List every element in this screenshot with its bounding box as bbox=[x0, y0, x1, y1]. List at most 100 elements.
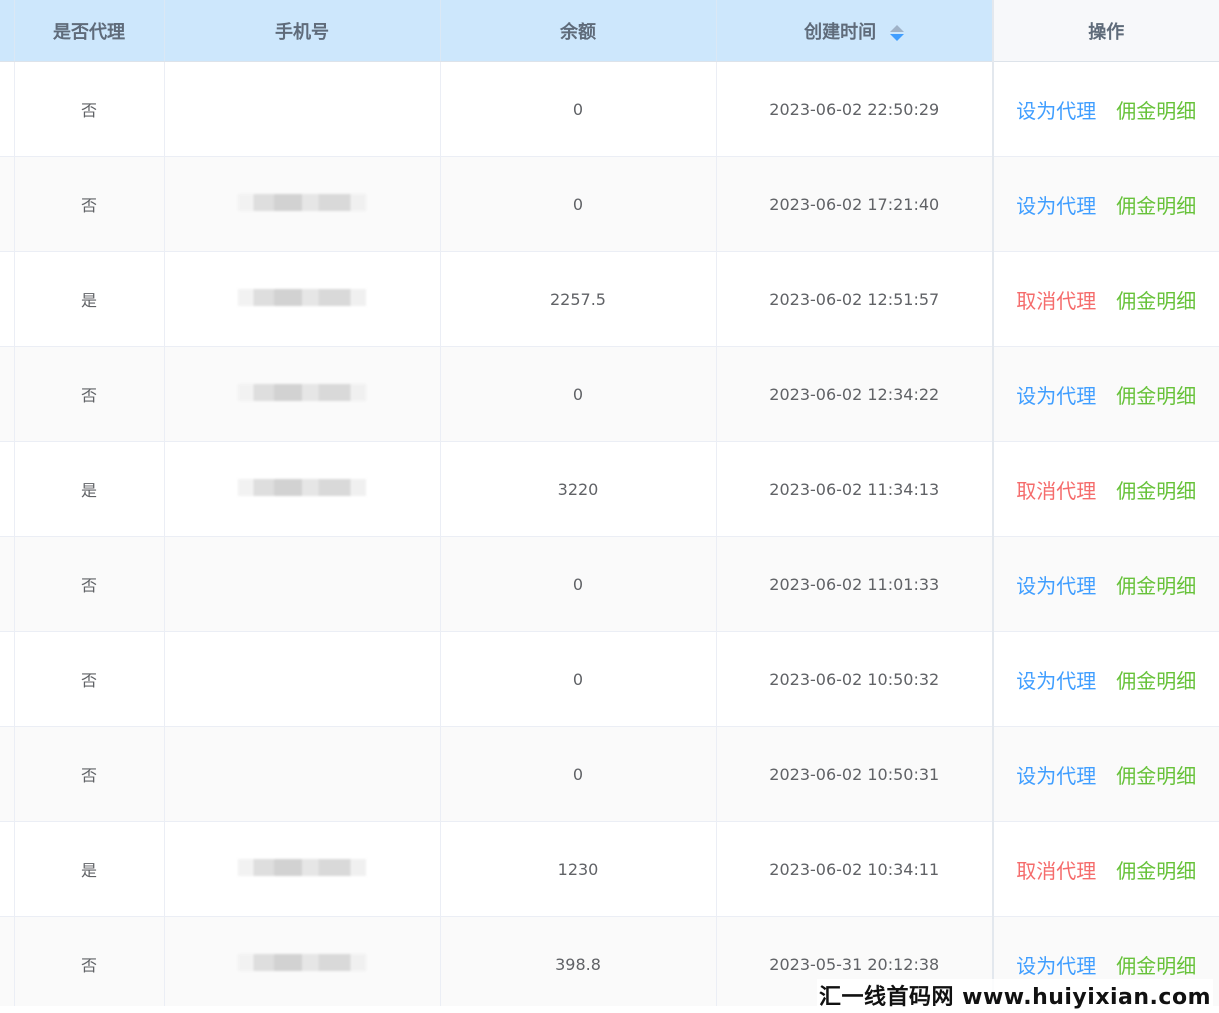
table-body: 否 0 2023-06-02 22:50:29 设为代理 佣金明细否 0 2023-06-0… bbox=[0, 61, 1219, 1006]
cell-balance: 0 bbox=[440, 726, 717, 822]
table-row: 否 0 2023-06-02 10:50:32 设为代理 佣金明细 bbox=[0, 631, 1219, 727]
cell-created-at: 2023-06-02 17:21:40 bbox=[716, 156, 994, 252]
cell-phone bbox=[164, 631, 441, 727]
cell-phone bbox=[164, 61, 441, 157]
cell-actions: 设为代理 佣金明细 bbox=[992, 346, 1219, 442]
cell-balance: 0 bbox=[440, 346, 717, 442]
phone-blur-mask bbox=[238, 383, 366, 401]
cell-actions: 设为代理 佣金明细 bbox=[992, 156, 1219, 252]
row-edge-cell bbox=[0, 441, 15, 537]
cell-created-at: 2023-06-02 10:50:31 bbox=[716, 726, 994, 822]
commission-details-button[interactable]: 佣金明细 bbox=[1116, 190, 1196, 219]
cell-created-at: 2023-06-02 12:51:57 bbox=[716, 251, 994, 347]
header-created-at[interactable]: 创建时间 bbox=[716, 0, 994, 62]
commission-details-button[interactable]: 佣金明细 bbox=[1116, 570, 1196, 599]
row-edge-cell bbox=[0, 156, 15, 252]
row-edge-cell bbox=[0, 251, 15, 347]
cell-phone bbox=[164, 346, 441, 442]
row-edge-cell bbox=[0, 631, 15, 727]
row-edge-cell bbox=[0, 536, 15, 632]
set-agent-button[interactable]: 设为代理 bbox=[1016, 95, 1096, 124]
header-created-at-label: 创建时间 bbox=[804, 21, 877, 43]
cell-is-agent: 否 bbox=[14, 726, 165, 822]
table-header-row: 是否代理 手机号 余额 创建时间 操作 bbox=[0, 0, 1219, 62]
header-edge-cell bbox=[0, 0, 15, 62]
header-actions: 操作 bbox=[992, 0, 1219, 62]
set-agent-button[interactable]: 设为代理 bbox=[1016, 190, 1096, 219]
cell-balance: 0 bbox=[440, 61, 717, 157]
cell-created-at: 2023-06-02 10:50:32 bbox=[716, 631, 994, 727]
cell-balance: 3220 bbox=[440, 441, 717, 537]
table-row: 否 0 2023-06-02 12:34:22 设为代理 佣金明细 bbox=[0, 346, 1219, 442]
table-row: 是 1230 2023-06-02 10:34:11 取消代理 佣金明细 bbox=[0, 821, 1219, 917]
sort-descending-icon[interactable] bbox=[890, 33, 905, 41]
cell-phone bbox=[164, 156, 441, 252]
set-agent-button[interactable]: 设为代理 bbox=[1016, 380, 1096, 409]
cancel-agent-button[interactable]: 取消代理 bbox=[1016, 475, 1096, 504]
set-agent-button[interactable]: 设为代理 bbox=[1016, 665, 1096, 694]
cell-created-at: 2023-06-02 11:01:33 bbox=[716, 536, 994, 632]
cell-is-agent: 否 bbox=[14, 916, 165, 1006]
table-row: 是 3220 2023-06-02 11:34:13 取消代理 佣金明细 bbox=[0, 441, 1219, 537]
sort-ascending-icon[interactable] bbox=[890, 24, 905, 32]
cancel-agent-button[interactable]: 取消代理 bbox=[1016, 855, 1096, 884]
cell-phone bbox=[164, 726, 441, 822]
cell-actions: 设为代理 佣金明细 bbox=[992, 61, 1219, 157]
phone-blur-mask bbox=[238, 858, 366, 876]
cell-is-agent: 否 bbox=[14, 346, 165, 442]
cell-actions: 取消代理 佣金明细 bbox=[992, 821, 1219, 917]
cell-phone bbox=[164, 916, 441, 1006]
commission-details-button[interactable]: 佣金明细 bbox=[1116, 665, 1196, 694]
cell-balance: 2257.5 bbox=[440, 251, 717, 347]
commission-details-button[interactable]: 佣金明细 bbox=[1116, 950, 1196, 979]
set-agent-button[interactable]: 设为代理 bbox=[1016, 570, 1096, 599]
set-agent-button[interactable]: 设为代理 bbox=[1016, 760, 1096, 789]
cell-is-agent: 否 bbox=[14, 536, 165, 632]
cell-created-at: 2023-06-02 10:34:11 bbox=[716, 821, 994, 917]
phone-blur-mask bbox=[238, 193, 366, 211]
watermark: 汇一线首码网 www.huiyixian.com bbox=[816, 979, 1213, 1011]
cell-balance: 0 bbox=[440, 631, 717, 727]
row-edge-cell bbox=[0, 821, 15, 917]
cell-phone bbox=[164, 441, 441, 537]
row-edge-cell bbox=[0, 61, 15, 157]
row-edge-cell bbox=[0, 916, 15, 1006]
table-row: 否 0 2023-06-02 17:21:40 设为代理 佣金明细 bbox=[0, 156, 1219, 252]
phone-blur-mask bbox=[238, 288, 366, 306]
cell-is-agent: 否 bbox=[14, 631, 165, 727]
table-row: 否 0 2023-06-02 22:50:29 设为代理 佣金明细 bbox=[0, 61, 1219, 157]
cell-actions: 取消代理 佣金明细 bbox=[992, 441, 1219, 537]
set-agent-button[interactable]: 设为代理 bbox=[1016, 950, 1096, 979]
cell-is-agent: 是 bbox=[14, 821, 165, 917]
commission-details-button[interactable]: 佣金明细 bbox=[1116, 285, 1196, 314]
commission-details-button[interactable]: 佣金明细 bbox=[1116, 475, 1196, 504]
cell-is-agent: 是 bbox=[14, 441, 165, 537]
commission-details-button[interactable]: 佣金明细 bbox=[1116, 760, 1196, 789]
cell-phone bbox=[164, 821, 441, 917]
cell-phone bbox=[164, 536, 441, 632]
table-row: 否 0 2023-06-02 11:01:33 设为代理 佣金明细 bbox=[0, 536, 1219, 632]
cancel-agent-button[interactable]: 取消代理 bbox=[1016, 285, 1096, 314]
cell-phone bbox=[164, 251, 441, 347]
row-edge-cell bbox=[0, 726, 15, 822]
cell-balance: 0 bbox=[440, 536, 717, 632]
row-edge-cell bbox=[0, 346, 15, 442]
cell-actions: 设为代理 佣金明细 bbox=[992, 536, 1219, 632]
cell-created-at: 2023-06-02 12:34:22 bbox=[716, 346, 994, 442]
header-balance: 余额 bbox=[440, 0, 717, 62]
cell-actions: 设为代理 佣金明细 bbox=[992, 631, 1219, 727]
cell-created-at: 2023-06-02 22:50:29 bbox=[716, 61, 994, 157]
table-row: 是 2257.5 2023-06-02 12:51:57 取消代理 佣金明细 bbox=[0, 251, 1219, 347]
cell-actions: 取消代理 佣金明细 bbox=[992, 251, 1219, 347]
sort-caret-icon[interactable] bbox=[890, 23, 905, 43]
commission-details-button[interactable]: 佣金明细 bbox=[1116, 95, 1196, 124]
cell-balance: 1230 bbox=[440, 821, 717, 917]
cell-is-agent: 否 bbox=[14, 156, 165, 252]
cell-actions: 设为代理 佣金明细 bbox=[992, 726, 1219, 822]
phone-blur-mask bbox=[238, 478, 366, 496]
commission-details-button[interactable]: 佣金明细 bbox=[1116, 855, 1196, 884]
commission-details-button[interactable]: 佣金明细 bbox=[1116, 380, 1196, 409]
phone-blur-mask bbox=[238, 953, 366, 971]
cell-created-at: 2023-06-02 11:34:13 bbox=[716, 441, 994, 537]
data-table: 是否代理 手机号 余额 创建时间 操作 否 0 2023-06-02 22:50:2… bbox=[0, 0, 1219, 1006]
